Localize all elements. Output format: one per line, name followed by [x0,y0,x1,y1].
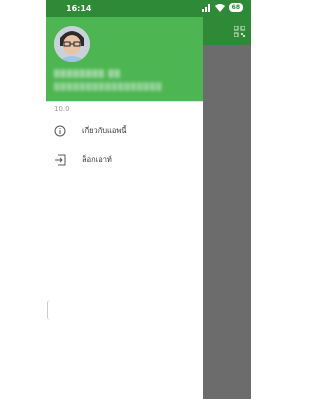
phone-screen: 16:14 68 ▒▒▒▒▒▒▒▒ ▒▒ ▒▒▒▒▒▒▒▒▒▒▒▒▒▒▒▒▒ 1… [46,0,251,399]
menu-item-logout[interactable]: ล็อกเอาท์ [46,148,203,172]
signal-icon [201,3,210,12]
wifi-icon [214,3,225,12]
drawer-header: ▒▒▒▒▒▒▒▒ ▒▒ ▒▒▒▒▒▒▒▒▒▒▒▒▒▒▒▒▒ [46,17,203,101]
status-icons: 68 [201,3,243,12]
app-bar [203,17,251,45]
user-name: ▒▒▒▒▒▒▒▒ ▒▒ [54,70,122,78]
avatar[interactable] [54,26,90,62]
status-bar: 16:14 68 [46,0,251,17]
info-icon [54,125,66,137]
user-photo-icon [54,26,90,62]
logout-icon [55,154,66,166]
user-email: ▒▒▒▒▒▒▒▒▒▒▒▒▒▒▒▒▒ [54,83,163,91]
navigation-drawer: ▒▒▒▒▒▒▒▒ ▒▒ ▒▒▒▒▒▒▒▒▒▒▒▒▒▒▒▒▒ 10.0 เกี่ย… [46,17,203,399]
scroll-edge-handle [47,300,51,320]
qr-code-icon[interactable] [234,26,245,37]
menu-item-about[interactable]: เกี่ยวกับแอพนี้ [46,119,203,143]
menu-item-label: เกี่ยวกับแอพนี้ [82,126,127,135]
battery-icon: 68 [228,3,243,12]
drawer-scrim[interactable] [203,45,251,399]
menu-item-label: ล็อกเอาท์ [82,155,112,164]
divider [46,101,203,102]
status-time: 16:14 [66,4,92,13]
app-version: 10.0 [54,105,70,113]
